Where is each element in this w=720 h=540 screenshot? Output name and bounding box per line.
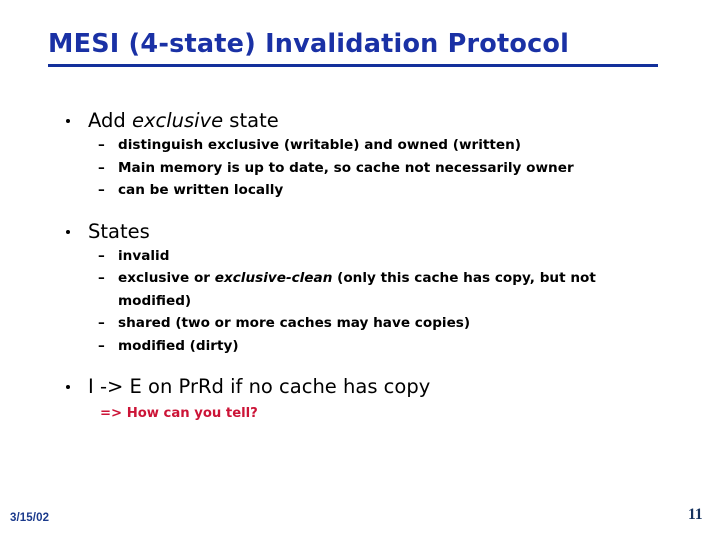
bullet-level2-label: invalid: [118, 247, 170, 264]
bullet-dot-icon: [66, 119, 70, 123]
emphasis-text: exclusive-clean: [214, 270, 333, 286]
bullet-level2-label: exclusive or exclusive-clean (only this …: [118, 270, 596, 309]
bullet-level2-label: Main memory is up to date, so cache not …: [118, 159, 574, 176]
bullet-level2-label: can be written locally: [118, 182, 284, 198]
bullet-level2: – exclusive or exclusive-clean (only thi…: [0, 267, 720, 312]
dash-marker-icon: –: [98, 159, 105, 176]
bullet-level1-label: States: [88, 219, 150, 243]
bullet-level2-label: distinguish exclusive (writable) and own…: [118, 137, 522, 153]
page-title: MESI (4-state) Invalidation Protocol: [48, 29, 570, 59]
title-block: MESI (4-state) Invalidation Protocol: [48, 28, 660, 67]
dash-marker-icon: –: [98, 315, 105, 331]
bullet-level1: States: [0, 219, 720, 245]
dash-marker-icon: –: [98, 247, 105, 264]
dash-marker-icon: –: [98, 337, 105, 354]
bullet-level2: – shared (two or more caches may have co…: [0, 312, 720, 335]
bullet-level1: I -> E on PrRd if no cache has copy: [0, 374, 720, 400]
annotation-note: => How can you tell?: [100, 406, 258, 421]
bullet-level2: – Main memory is up to date, so cache no…: [0, 157, 720, 180]
bullet-level2-label: modified (dirty): [118, 337, 239, 354]
bullet-level1-label: Add exclusive state: [88, 109, 279, 132]
bullet-dot-icon: [66, 229, 70, 234]
slide: MESI (4-state) Invalidation Protocol Add…: [0, 0, 720, 540]
bullet-level2: – modified (dirty): [0, 335, 720, 358]
emphasis-text: exclusive: [131, 109, 224, 132]
dash-marker-icon: –: [98, 182, 105, 198]
bullet-level2: – invalid: [0, 245, 720, 268]
footer-date: 3/15/02: [10, 512, 50, 524]
bullet-level2: – distinguish exclusive (writable) and o…: [0, 134, 720, 157]
bullet-level1-label: I -> E on PrRd if no cache has copy: [88, 375, 431, 398]
dash-marker-icon: –: [98, 137, 105, 153]
bullet-level2-label: shared (two or more caches may have copi…: [118, 315, 471, 331]
title-underline-rule: [48, 64, 658, 67]
footer-page-number: 11: [688, 506, 703, 523]
bullet-dot-icon: [66, 385, 70, 389]
bullet-level2: – can be written locally: [0, 179, 720, 202]
dash-marker-icon: –: [98, 270, 105, 286]
slide-body: Add exclusive state – distinguish exclus…: [0, 108, 720, 424]
bullet-level1: Add exclusive state: [0, 108, 720, 134]
